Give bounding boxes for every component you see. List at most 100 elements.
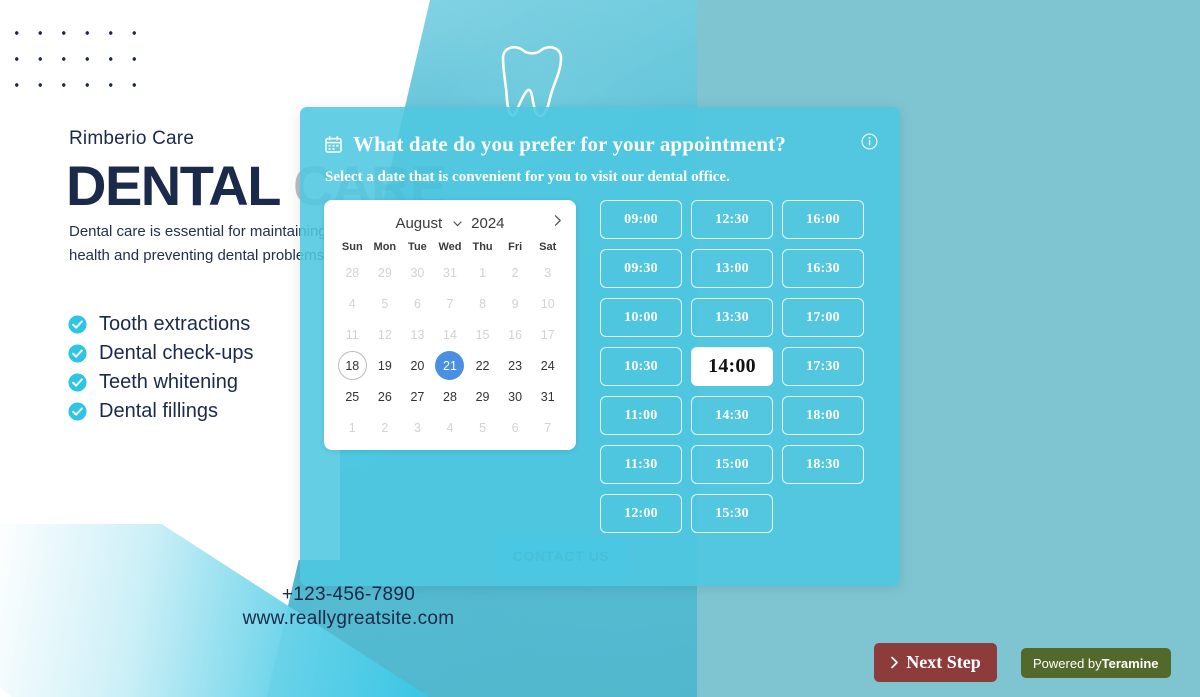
chevron-down-icon[interactable] <box>452 218 463 229</box>
headline-main: DENTAL <box>66 154 293 217</box>
calendar-day[interactable]: 20 <box>401 350 434 381</box>
timeslot-button[interactable]: 16:00 <box>782 200 864 239</box>
timeslot-button[interactable]: 13:00 <box>691 249 773 288</box>
calendar-day: 4 <box>336 288 369 319</box>
check-circle-icon <box>68 402 87 421</box>
calendar-year-label[interactable]: 2024 <box>471 215 504 232</box>
calendar-day-label: 25 <box>345 389 360 404</box>
calendar-day: 4 <box>434 412 467 443</box>
calendar-day-label: 26 <box>377 389 392 404</box>
weekday-header: Wed <box>438 241 462 253</box>
calendar-day: 8 <box>466 288 499 319</box>
panel-title: What date do you prefer for your appoint… <box>353 132 786 156</box>
calendar-day: 9 <box>499 288 532 319</box>
calendar-day-label: 27 <box>410 389 425 404</box>
calendar-day[interactable]: 25 <box>336 381 369 412</box>
calendar-day: 12 <box>369 319 402 350</box>
calendar-day-label: 31 <box>443 265 457 280</box>
calendar-day: 30 <box>401 257 434 288</box>
calendar-day-label: 6 <box>511 420 519 435</box>
chevron-right-icon[interactable] <box>551 214 564 227</box>
calendar-day: 16 <box>499 319 532 350</box>
calendar-day: 2 <box>369 412 402 443</box>
timeslot-button[interactable]: 11:30 <box>600 445 682 484</box>
calendar-day-label: 18 <box>337 351 367 380</box>
calendar-day: 2 <box>499 257 532 288</box>
feature-label: Tooth extractions <box>99 313 251 335</box>
calendar-day-label: 29 <box>475 389 490 404</box>
timeslot-button[interactable]: 14:30 <box>691 396 773 435</box>
check-circle-icon <box>68 344 87 363</box>
timeslot-button[interactable]: 09:00 <box>600 200 682 239</box>
timeslot-button[interactable]: 17:00 <box>782 298 864 337</box>
calendar-day-label: 4 <box>348 296 356 311</box>
calendar-day-label: 14 <box>443 327 457 342</box>
calendar-month-label[interactable]: August <box>395 215 442 232</box>
calendar-day-label: 11 <box>345 327 359 342</box>
calendar-day-label: 3 <box>544 265 552 280</box>
calendar-day-label: 22 <box>475 358 490 373</box>
calendar-day-label: 2 <box>511 265 519 280</box>
calendar-day-label: 2 <box>381 420 389 435</box>
calendar-day[interactable]: 24 <box>531 350 564 381</box>
calendar-day: 6 <box>401 288 434 319</box>
info-circle-icon[interactable] <box>861 133 878 150</box>
weekday-header: Fri <box>508 241 523 253</box>
next-step-label: Next Step <box>906 652 981 672</box>
powered-by-brand: Teramine <box>1101 655 1159 671</box>
calendar-day: 15 <box>466 319 499 350</box>
calendar-day-label: 15 <box>475 327 490 342</box>
calendar-day: 7 <box>531 412 564 443</box>
list-item: Teeth whitening <box>68 368 254 397</box>
timeslot-button[interactable]: 10:30 <box>600 347 682 386</box>
calendar-days-grid: 28 29 30 31 1 2 3 4 5 6 7 8 9 10 11 12 13 14 15 16 17 18 19 20 2… <box>336 257 564 443</box>
calendar-day[interactable]: 26 <box>369 381 402 412</box>
timeslot-button[interactable]: 18:30 <box>782 445 864 484</box>
calendar-day-label: 17 <box>540 327 555 342</box>
list-item: Tooth extractions <box>68 310 254 339</box>
timeslot-button[interactable]: 15:30 <box>691 494 773 533</box>
timeslot-selected[interactable]: 14:00 <box>691 347 773 386</box>
calendar-day-today[interactable]: 18 <box>336 350 369 381</box>
calendar-day[interactable]: 23 <box>499 350 532 381</box>
timeslot-button[interactable]: 15:00 <box>691 445 773 484</box>
calendar-icon <box>325 136 342 153</box>
calendar-day[interactable]: 22 <box>466 350 499 381</box>
timeslot-button[interactable]: 10:00 <box>600 298 682 337</box>
timeslot-button[interactable]: 17:30 <box>782 347 864 386</box>
powered-by-badge[interactable]: Powered by Teramine <box>1021 648 1171 678</box>
calendar-day[interactable]: 19 <box>369 350 402 381</box>
timeslot-button[interactable]: 11:00 <box>600 396 682 435</box>
weekday-header: Sat <box>539 241 557 253</box>
timeslot-button[interactable]: 18:00 <box>782 396 864 435</box>
calendar-day-label: 20 <box>410 358 425 373</box>
calendar-day-label: 1 <box>348 420 356 435</box>
calendar-day-selected[interactable]: 21 <box>434 350 467 381</box>
date-picker-calendar[interactable]: August 2024 Sun Mon Tue Wed Thu Fri Sat … <box>324 200 576 450</box>
calendar-day[interactable]: 31 <box>531 381 564 412</box>
calendar-day-label: 1 <box>479 265 487 280</box>
calendar-day[interactable]: 30 <box>499 381 532 412</box>
timeslot-button[interactable]: 16:30 <box>782 249 864 288</box>
feature-list: Tooth extractions Dental check-ups Teeth… <box>68 310 254 426</box>
calendar-day-label: 10 <box>540 296 555 311</box>
calendar-day[interactable]: 28 <box>434 381 467 412</box>
timeslot-button[interactable]: 12:30 <box>691 200 773 239</box>
timeslot-button[interactable]: 13:30 <box>691 298 773 337</box>
feature-label: Dental fillings <box>99 400 218 422</box>
timeslot-button[interactable]: 09:30 <box>600 249 682 288</box>
calendar-day-label: 23 <box>508 358 523 373</box>
weekday-header-row: Sun Mon Tue Wed Thu Fri Sat <box>336 241 564 253</box>
next-step-button[interactable]: Next Step <box>874 643 997 682</box>
calendar-day[interactable]: 29 <box>466 381 499 412</box>
calendar-day: 14 <box>434 319 467 350</box>
calendar-day-label: 5 <box>381 296 389 311</box>
calendar-day-label: 7 <box>446 296 454 311</box>
calendar-day[interactable]: 27 <box>401 381 434 412</box>
calendar-day: 5 <box>466 412 499 443</box>
chevron-right-icon <box>891 656 899 669</box>
calendar-day: 17 <box>531 319 564 350</box>
calendar-day-label: 9 <box>511 296 519 311</box>
timeslot-button[interactable]: 12:00 <box>600 494 682 533</box>
calendar-day-label: 21 <box>435 351 465 380</box>
